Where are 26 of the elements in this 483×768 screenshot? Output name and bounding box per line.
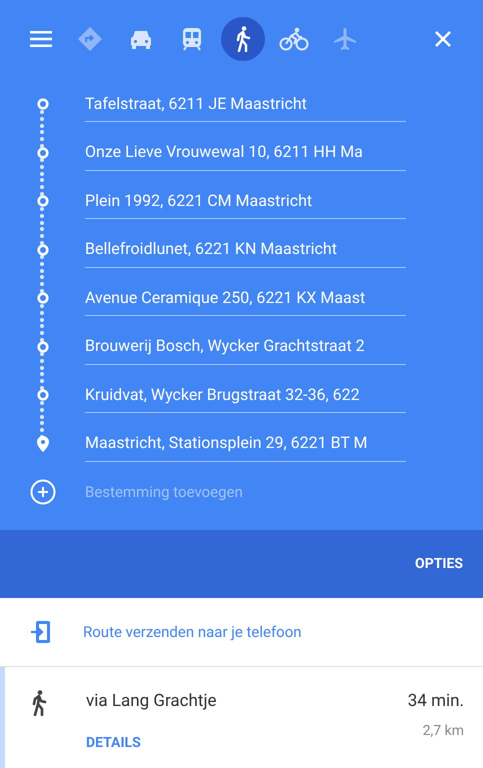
airplane-icon (333, 27, 357, 51)
walking-tab[interactable] (221, 17, 265, 61)
details-link[interactable]: DETAILS (86, 732, 217, 754)
add-icon[interactable] (30, 479, 56, 505)
address-field[interactable]: Kruidvat, Wycker Brugstraat 32-36, 622 (85, 377, 406, 414)
walking-person-icon (235, 26, 251, 52)
walking-person-icon (31, 690, 47, 716)
send-to-phone-link[interactable]: Route verzenden naar je telefoon (83, 620, 302, 644)
car-icon (129, 28, 153, 50)
address-field[interactable]: Plein 1992, 6221 CM Maastricht (85, 183, 406, 220)
diamond-arrow-icon (77, 26, 103, 52)
add-destination-field[interactable]: Bestemming toevoegen (85, 477, 406, 507)
address-field[interactable]: Avenue Ceramique 250, 6221 KX Maast (85, 280, 406, 316)
options-button[interactable]: OPTIES (413, 554, 465, 574)
address-field[interactable]: Maastricht, Stationsplein 29, 6221 BT M (85, 426, 406, 462)
address-field[interactable]: Onze Lieve Vrouwewal 10, 6211 HH Ma (85, 134, 406, 171)
route-duration: 34 min. (408, 690, 464, 713)
send-to-phone-icon (30, 620, 52, 644)
address-field[interactable]: Bellefroidlunet, 6221 KN Maastricht (85, 232, 406, 268)
train-icon (181, 27, 203, 51)
route-name: via Lang Grachtje (86, 690, 217, 713)
address-field[interactable]: Brouwerij Bosch, Wycker Grachtstraat 2 (85, 328, 406, 365)
route-distance: 2,7 km (422, 722, 464, 740)
route-card[interactable]: via Lang Grachtje DETAILS 34 min. 2,7 km (5, 667, 483, 768)
address-field[interactable]: Tafelstraat, 6211 JE Maastricht (85, 86, 406, 122)
cyclist-icon (279, 27, 309, 51)
